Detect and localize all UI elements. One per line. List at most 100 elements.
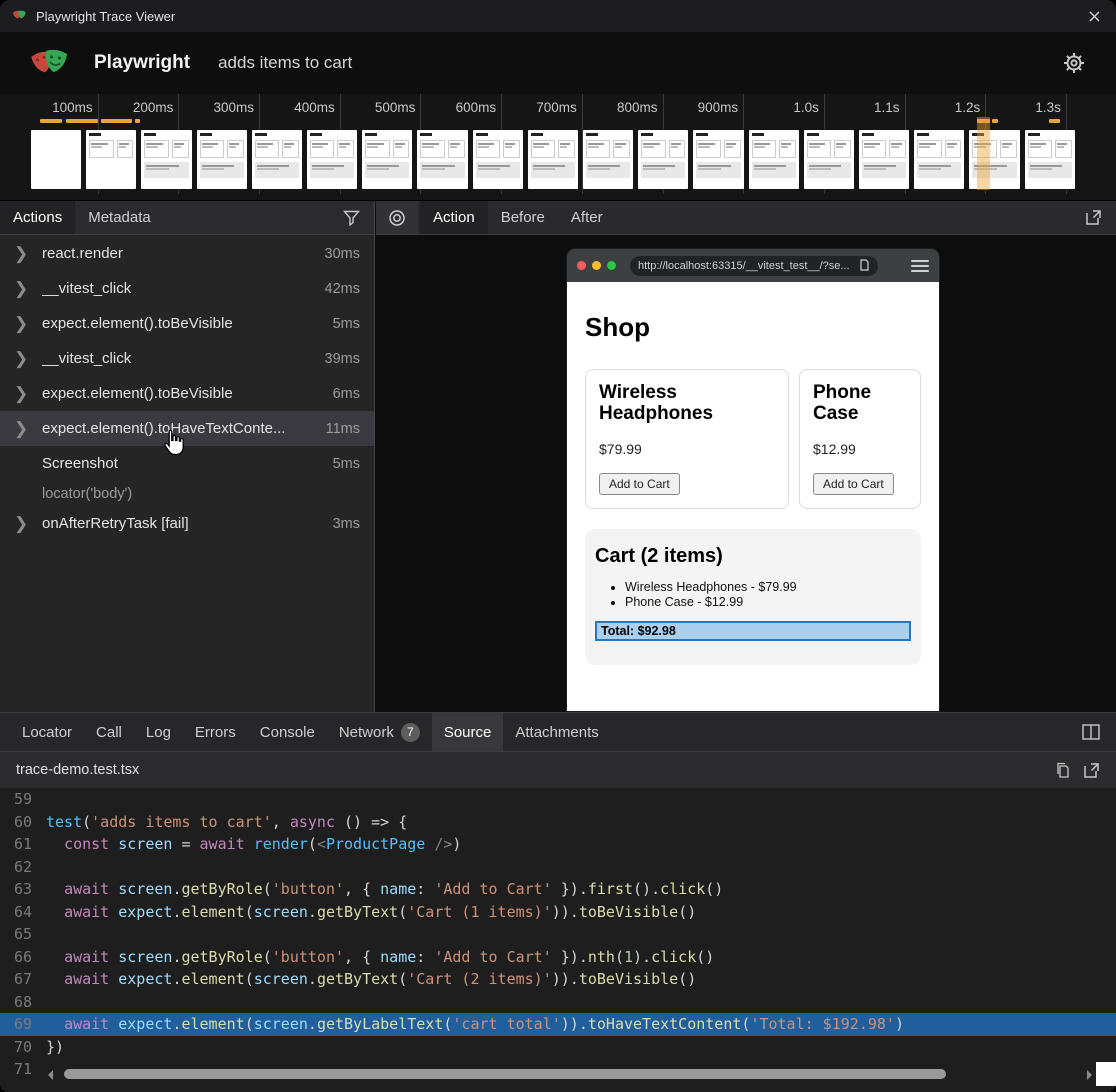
timeline-ticks: 100ms200ms300ms400ms500ms600ms700ms800ms…: [18, 94, 1067, 120]
tab-locator[interactable]: Locator: [10, 713, 84, 751]
action-label: Screenshot: [42, 455, 118, 472]
code-horizontal-scrollbar[interactable]: [0, 1066, 1096, 1082]
code-text: }): [46, 1036, 64, 1059]
filmstrip-thumbnail[interactable]: [749, 130, 799, 189]
filmstrip-thumbnail[interactable]: [1025, 130, 1075, 189]
filmstrip-thumbnail[interactable]: [473, 130, 523, 189]
filmstrip-thumbnail[interactable]: [914, 130, 964, 189]
tab-attachments[interactable]: Attachments: [503, 713, 610, 751]
action-row[interactable]: ❯expect.element().toBeVisible6ms: [0, 376, 374, 411]
code-text: await screen.getByRole('button', { name:…: [46, 946, 714, 969]
filmstrip-thumbnail[interactable]: [638, 130, 688, 189]
tab-before[interactable]: Before: [488, 201, 558, 234]
add-to-cart-button[interactable]: Add to Cart: [599, 473, 680, 495]
tab-action[interactable]: Action: [420, 201, 488, 234]
split-view-icon: [1082, 724, 1100, 740]
filmstrip-thumbnail[interactable]: [804, 130, 854, 189]
playwright-masks-icon: [12, 8, 28, 24]
tab-after[interactable]: After: [558, 201, 616, 234]
timeline[interactable]: 100ms200ms300ms400ms500ms600ms700ms800ms…: [0, 94, 1116, 200]
product-name: Phone Case: [813, 383, 907, 425]
filmstrip-thumbnail[interactable]: [528, 130, 578, 189]
code-line-highlighted: 69 await expect.element(screen.getByLabe…: [0, 1013, 1116, 1036]
hscroll-thumb[interactable]: [64, 1069, 946, 1079]
browser-menu-icon[interactable]: [911, 257, 929, 275]
filmstrip[interactable]: [31, 130, 1075, 189]
url-text: http://localhost:63315/__vitest_test__/?…: [638, 260, 858, 272]
chevron-right-icon[interactable]: ❯: [14, 514, 30, 534]
filmstrip-thumbnail[interactable]: [86, 130, 136, 189]
chevron-right-icon[interactable]: ❯: [14, 279, 30, 299]
filmstrip-thumbnail[interactable]: [141, 130, 191, 189]
line-number: 62: [0, 856, 46, 879]
filmstrip-thumbnail[interactable]: [583, 130, 633, 189]
tab-metadata[interactable]: Metadata: [75, 201, 164, 234]
filter-button[interactable]: [343, 201, 374, 234]
code-line: 63 await screen.getByRole('button', { na…: [0, 878, 1116, 901]
action-row[interactable]: ❯expect.element().toBeVisible5ms: [0, 306, 374, 341]
close-button[interactable]: [1084, 6, 1104, 26]
filmstrip-thumbnail[interactable]: [362, 130, 412, 189]
address-bar[interactable]: http://localhost:63315/__vitest_test__/?…: [630, 256, 878, 276]
tab-label: Console: [260, 724, 315, 741]
filmstrip-thumbnail[interactable]: [693, 130, 743, 189]
action-sub-label: locator('body'): [0, 481, 374, 506]
chevron-right-icon[interactable]: ❯: [14, 314, 30, 334]
title-bar: Playwright Trace Viewer: [0, 0, 1116, 32]
tab-label: Call: [96, 724, 122, 741]
product-price: $12.99: [813, 441, 907, 457]
code-text: const screen = await render(<ProductPage…: [46, 833, 461, 856]
tab-log[interactable]: Log: [134, 713, 183, 751]
action-label: __vitest_click: [42, 350, 131, 367]
filmstrip-thumbnail[interactable]: [197, 130, 247, 189]
chevron-right-icon[interactable]: ❯: [14, 349, 30, 369]
external-link-icon: [1085, 209, 1102, 226]
cart-item-list: Wireless Headphones - $79.99Phone Case -…: [595, 580, 911, 609]
action-duration: 6ms: [333, 386, 360, 402]
tab-label: Attachments: [515, 724, 598, 741]
target-icon: [388, 209, 406, 227]
filmstrip-thumbnail[interactable]: [31, 130, 81, 189]
code-text: await screen.getByRole('button', { name:…: [46, 878, 723, 901]
filmstrip-thumbnail[interactable]: [252, 130, 302, 189]
line-number: 69: [0, 1013, 46, 1036]
tab-call[interactable]: Call: [84, 713, 134, 751]
action-row[interactable]: ❯__vitest_click42ms: [0, 271, 374, 306]
test-title: adds items to cart: [218, 53, 352, 73]
code-text: await expect.element(screen.getByText('C…: [46, 901, 696, 924]
tab-errors[interactable]: Errors: [183, 713, 248, 751]
filmstrip-thumbnail[interactable]: [859, 130, 909, 189]
action-row[interactable]: ❯react.render30ms: [0, 236, 374, 271]
split-view-button[interactable]: [1082, 713, 1116, 751]
action-row[interactable]: ❯__vitest_click39ms: [0, 341, 374, 376]
chevron-right-icon[interactable]: ❯: [14, 419, 30, 439]
add-to-cart-button[interactable]: Add to Cart: [813, 473, 894, 495]
line-number: 70: [0, 1036, 46, 1059]
action-row[interactable]: ❯expect.element().toHaveTextConte...11ms: [0, 411, 374, 446]
pick-locator-button[interactable]: [376, 201, 418, 234]
chevron-right-icon[interactable]: ❯: [14, 244, 30, 264]
product-card: Phone Case $12.99 Add to Cart: [799, 369, 921, 509]
code-line: 60test('adds items to cart', async () =>…: [0, 811, 1116, 834]
filmstrip-thumbnail[interactable]: [307, 130, 357, 189]
tab-console[interactable]: Console: [248, 713, 327, 751]
tab-actions[interactable]: Actions: [0, 201, 75, 234]
source-file-name: trace-demo.test.tsx: [16, 762, 139, 778]
code-text: test('adds items to cart', async () => {: [46, 811, 407, 834]
chevron-right-icon[interactable]: ❯: [14, 384, 30, 404]
source-code-view[interactable]: 5960test('adds items to cart', async () …: [0, 788, 1116, 1092]
tab-source[interactable]: Source: [432, 713, 504, 751]
mouse-cursor: [160, 429, 186, 457]
settings-button[interactable]: [1062, 51, 1086, 75]
tab-network[interactable]: Network7: [327, 713, 432, 751]
action-row[interactable]: ❯onAfterRetryTask [fail]3ms: [0, 506, 374, 541]
copy-source-icon[interactable]: [1055, 762, 1071, 779]
open-source-icon[interactable]: [1083, 762, 1100, 779]
open-snapshot-button[interactable]: [1085, 201, 1116, 234]
code-line: 61 const screen = await render(<ProductP…: [0, 833, 1116, 856]
app-header: Playwright adds items to cart: [0, 32, 1116, 94]
action-duration: 42ms: [325, 281, 360, 297]
copy-url-icon[interactable]: [858, 259, 870, 272]
action-row[interactable]: Screenshot5ms: [0, 446, 374, 481]
filmstrip-thumbnail[interactable]: [417, 130, 467, 189]
